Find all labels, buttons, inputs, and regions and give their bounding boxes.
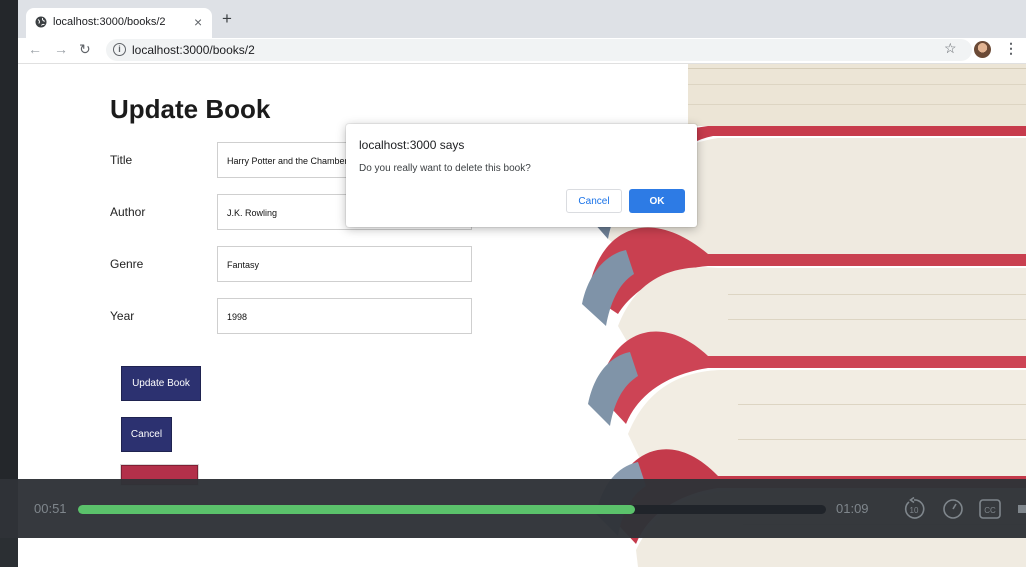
title-label: Title: [110, 153, 133, 167]
year-label: Year: [110, 309, 135, 323]
playback-speed-icon[interactable]: [941, 497, 965, 521]
url-text: localhost:3000/books/2: [132, 43, 255, 57]
browser-menu-icon[interactable]: ⋮: [1004, 40, 1018, 57]
bookmark-star-icon[interactable]: ☆: [944, 40, 957, 57]
progress-fill: [78, 505, 636, 514]
cancel-button[interactable]: Cancel: [121, 417, 172, 452]
author-label: Author: [110, 205, 146, 219]
volume-icon[interactable]: [1016, 497, 1026, 521]
browser-tab[interactable]: localhost:3000/books/2 ×: [26, 8, 212, 38]
left-gutter-bottom: [0, 538, 18, 567]
globe-icon: [35, 16, 47, 28]
progress-bar[interactable]: [78, 505, 826, 514]
dialog-title: localhost:3000 says: [359, 138, 465, 152]
dialog-cancel-button[interactable]: Cancel: [566, 189, 622, 213]
dialog-message: Do you really want to delete this book?: [359, 163, 531, 174]
profile-avatar[interactable]: [974, 41, 991, 58]
genre-label: Genre: [110, 257, 144, 271]
tab-strip: localhost:3000/books/2 × +: [18, 0, 1026, 38]
page-title: Update Book: [110, 94, 271, 124]
forward-icon[interactable]: →: [54, 41, 68, 57]
dialog-ok-button[interactable]: OK: [629, 189, 685, 213]
new-tab-icon[interactable]: +: [222, 10, 232, 27]
update-book-button[interactable]: Update Book: [121, 366, 201, 401]
video-player-controls: 00:51 01:09 10 CC: [0, 479, 1026, 538]
genre-input[interactable]: Fantasy: [217, 246, 472, 282]
screen: localhost:3000/books/2 × + ← → ↻ i local…: [0, 0, 1026, 567]
year-input[interactable]: 1998: [217, 298, 472, 334]
replay-10-icon[interactable]: 10: [902, 497, 926, 521]
site-info-icon[interactable]: i: [113, 43, 126, 56]
current-time: 00:51: [34, 501, 67, 516]
svg-text:CC: CC: [984, 506, 996, 515]
confirm-dialog: localhost:3000 says Do you really want t…: [346, 124, 697, 227]
reload-icon[interactable]: ↻: [79, 41, 91, 58]
tab-close-icon[interactable]: ×: [194, 14, 202, 30]
back-icon[interactable]: ←: [28, 41, 42, 57]
svg-text:10: 10: [910, 506, 919, 515]
duration-time: 01:09: [836, 501, 869, 516]
closed-captions-icon[interactable]: CC: [978, 497, 1002, 521]
browser-toolbar: ← → ↻ i localhost:3000/books/2 ☆ ⋮: [18, 38, 1026, 64]
address-bar[interactable]: i localhost:3000/books/2: [106, 39, 972, 61]
tab-title: localhost:3000/books/2: [53, 16, 166, 28]
